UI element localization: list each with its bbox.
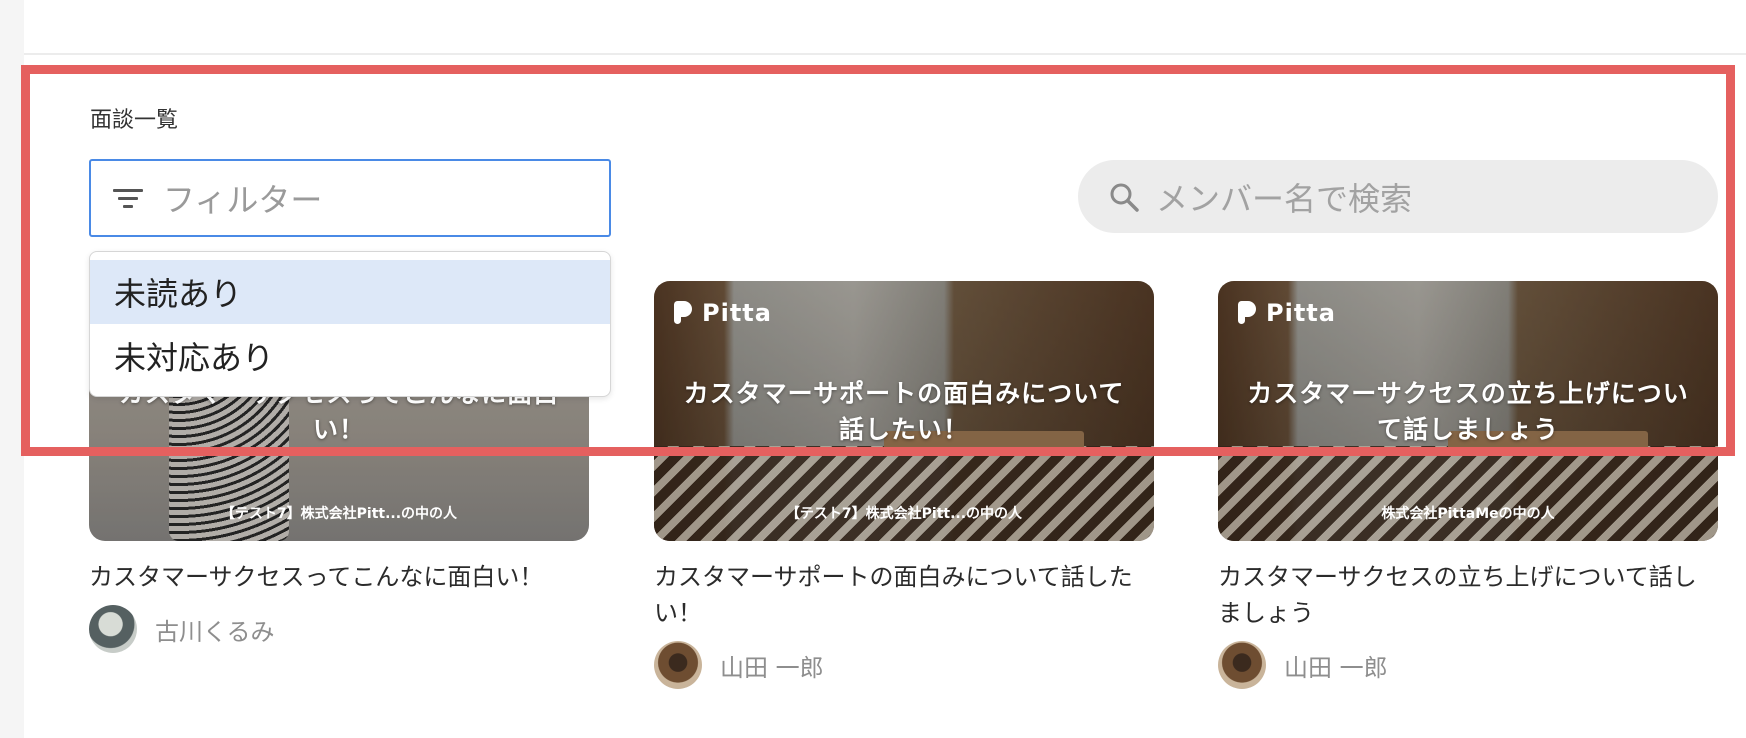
left-sidebar-edge — [0, 0, 24, 738]
card-title[interactable]: カスタマーサポートの面白みについて話したい！ — [654, 559, 1154, 631]
filter-icon — [113, 186, 145, 210]
card-author: 山田 一郎 — [654, 641, 1154, 689]
card-title[interactable]: カスタマーサクセスの立ち上げについて話しましょう — [1218, 559, 1718, 631]
filter-option-unhandled[interactable]: 未対応あり — [90, 324, 610, 388]
header-divider — [24, 53, 1746, 55]
thumbnail-title: カスタマーサポートの面白みについて話したい！ — [683, 379, 1125, 444]
pitta-logo-icon — [674, 301, 696, 325]
pitta-logo-icon — [1238, 301, 1260, 325]
filter-input[interactable]: フィルター — [89, 159, 611, 237]
avatar — [89, 605, 137, 653]
author-name: 山田 一郎 — [720, 653, 824, 682]
pitta-logo: Pitta — [674, 299, 772, 327]
search-icon — [1110, 183, 1139, 212]
thumbnail-company: 【テスト7】株式会社Pitt...の中の人 — [785, 506, 1023, 522]
thumbnail-company: 【テスト7】株式会社Pitt...の中の人 — [220, 506, 458, 522]
author-name: 古川くるみ — [155, 617, 275, 646]
avatar — [1218, 641, 1266, 689]
interview-card[interactable]: Pitta カスタマーサクセスの立ち上げについて話しましょう 株式会社Pitta… — [1218, 281, 1718, 689]
filter-placeholder: フィルター — [163, 181, 323, 219]
avatar — [654, 641, 702, 689]
card-title[interactable]: カスタマーサクセスってこんなに面白い！ — [89, 559, 589, 595]
thumbnail-title: カスタマーサクセスの立ち上げについて話しましょう — [1247, 379, 1689, 444]
member-search-input[interactable]: メンバー名で検索 — [1078, 160, 1718, 233]
thumbnail-company: 株式会社PittaMeの中の人 — [1381, 506, 1555, 522]
card-author: 山田 一郎 — [1218, 641, 1718, 689]
filter-option-unread[interactable]: 未読あり — [90, 260, 610, 324]
card-thumbnail[interactable]: Pitta カスタマーサクセスの立ち上げについて話しましょう 株式会社Pitta… — [1218, 281, 1718, 541]
card-thumbnail[interactable]: Pitta カスタマーサポートの面白みについて話したい！ 【テスト7】株式会社P… — [654, 281, 1154, 541]
interview-card[interactable]: Pitta カスタマーサポートの面白みについて話したい！ 【テスト7】株式会社P… — [654, 281, 1154, 689]
card-author: 古川くるみ — [89, 605, 589, 653]
section-title: 面談一覧 — [90, 108, 179, 133]
author-name: 山田 一郎 — [1284, 653, 1388, 682]
search-placeholder: メンバー名で検索 — [1156, 179, 1413, 218]
filter-dropdown-menu: 未読あり 未対応あり — [89, 251, 611, 397]
pitta-logo: Pitta — [1238, 299, 1336, 327]
